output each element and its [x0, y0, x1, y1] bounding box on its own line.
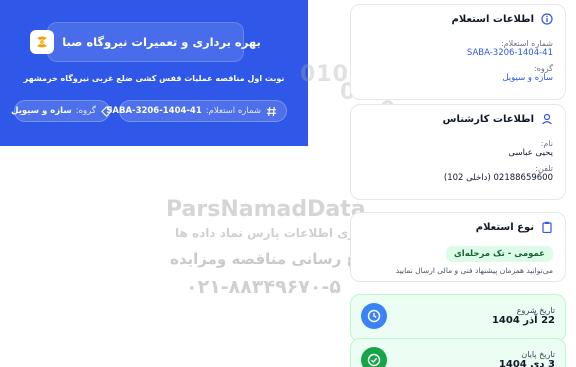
expert-phone-value: 02188659600 (داخلی 102): [443, 173, 553, 183]
watermark-phone: ۰۲۱-۸۸۳۴۹۶۷۰-۵: [186, 276, 341, 298]
inquiry-type-title: نوع استعلام: [475, 221, 534, 233]
inquiry-type-note: می‌توانید همزمان پیشنهاد فنی و مالی ارسا…: [395, 266, 553, 275]
inquiry-info-header: اطلاعات استعلام: [351, 5, 565, 33]
group-label: گروه:: [75, 106, 96, 116]
clock-icon: [361, 303, 387, 329]
expert-name-label: نام:: [540, 139, 553, 148]
watermark-brand: ParsNamadData: [166, 197, 366, 222]
tag-icon: [100, 105, 113, 118]
inquiry-type-header: نوع استعلام: [351, 213, 565, 241]
check-circle-icon: [361, 347, 387, 367]
start-date-value: 22 آذر 1404: [491, 315, 555, 326]
end-date-label: تاریخ پایان: [521, 350, 555, 359]
expert-info-header: اطلاعات کارشناس: [351, 105, 565, 133]
group-field-value[interactable]: سازه و سیویل: [351, 73, 565, 83]
user-icon: [540, 113, 553, 126]
organization-title-box: بهره برداری و تعمیرات نیروگاه صبا: [30, 22, 261, 62]
tender-subject: نوبت اول مناقصه عملیات قفس کشی ضلع غربی …: [23, 74, 285, 83]
inquiry-type-card: نوع استعلام عمومی - تک مرحله‌ای می‌توانی…: [350, 212, 566, 282]
start-date-label: تاریخ شروع: [516, 306, 555, 315]
clipboard-icon: [540, 221, 553, 234]
inquiry-number-label: شماره استعلام:: [205, 106, 261, 116]
inquiry-number-pill: شماره استعلام: SABA-3206-1404-41: [106, 100, 287, 122]
inquiry-number-field-value: SABA-3206-1404-41: [466, 48, 553, 58]
hash-icon: [265, 105, 278, 118]
group-value: سازه و سیویل: [11, 106, 72, 116]
group-field-label: گروه:: [534, 64, 553, 73]
organization-title: بهره برداری و تعمیرات نیروگاه صبا: [62, 35, 261, 49]
end-date-card: تاریخ پایان 3 دی 1404: [350, 338, 566, 367]
expert-info-title: اطلاعات کارشناس: [442, 113, 534, 125]
info-icon: [540, 13, 553, 26]
expert-phone-label: تلفن:: [535, 164, 553, 173]
organization-logo-icon: [30, 30, 55, 54]
end-date-value: 3 دی 1404: [498, 359, 555, 367]
start-date-card: تاریخ شروع 22 آذر 1404: [350, 294, 566, 342]
expert-info-card: اطلاعات کارشناس نام: یحیی عباسی تلفن: 02…: [350, 104, 566, 200]
inquiry-number-value: SABA-3206-1404-41: [106, 106, 202, 116]
inquiry-info-card: اطلاعات استعلام شماره استعلام: SABA-3206…: [350, 4, 566, 100]
tender-header-card: بهره برداری و تعمیرات نیروگاه صبا نوبت ا…: [0, 0, 308, 146]
inquiry-number-field-label: شماره استعلام:: [501, 39, 553, 48]
inquiry-type-badge: عمومی - تک مرحله‌ای: [445, 246, 553, 262]
group-pill: گروه: سازه و سیویل: [11, 100, 113, 122]
expert-name-value: یحیی عباسی: [508, 148, 553, 158]
inquiry-info-title: اطلاعات استعلام: [451, 13, 534, 25]
